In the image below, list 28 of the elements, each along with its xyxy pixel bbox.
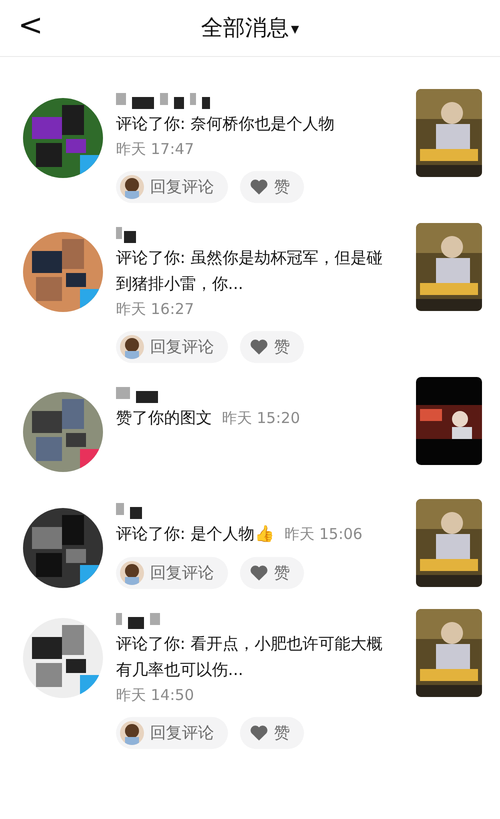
back-button[interactable]: < [12, 8, 50, 43]
message-text: 评论了你: 看开点，小肥也许可能大概有几率也可以伤... [116, 633, 384, 681]
like-button[interactable]: 赞 [240, 717, 304, 749]
message-text: 赞了你的图文 [116, 407, 212, 429]
pixelated-name-drawing [116, 227, 136, 243]
heart-icon [250, 565, 268, 581]
message-text: 评论了你: 奈何桥你也是个人物 [116, 113, 334, 135]
timestamp: 昨天 16:27 [116, 299, 195, 320]
timestamp: 昨天 14:50 [116, 685, 195, 706]
pixelated-name-drawing [116, 613, 160, 629]
message-text: 评论了你: 是个人物👍 [116, 523, 274, 545]
pixelated-name-drawing [116, 387, 158, 403]
message-filter-dropdown[interactable]: 全部消息▾ [200, 13, 300, 43]
message-text: 评论了你: 虽然你是劫杯冠军，但是碰到猪排小雷，你... [116, 247, 384, 295]
timestamp: 昨天 17:47 [116, 139, 195, 160]
reply-comment-button[interactable]: 回复评论 [116, 331, 228, 363]
like-button[interactable]: 赞 [240, 171, 304, 203]
reply-comment-button[interactable]: 回复评论 [116, 717, 228, 749]
pixelated-name-drawing [116, 503, 142, 519]
reply-comment-button[interactable]: 回复评论 [116, 171, 228, 203]
heart-icon [250, 179, 268, 195]
like-button[interactable]: 赞 [240, 331, 304, 363]
like-button[interactable]: 赞 [240, 557, 304, 589]
reply-comment-button[interactable]: 回复评论 [116, 557, 228, 589]
timestamp: 昨天 15:06 [284, 525, 362, 543]
heart-icon [250, 339, 268, 355]
timestamp: 昨天 15:20 [222, 409, 300, 427]
heart-icon [250, 725, 268, 741]
